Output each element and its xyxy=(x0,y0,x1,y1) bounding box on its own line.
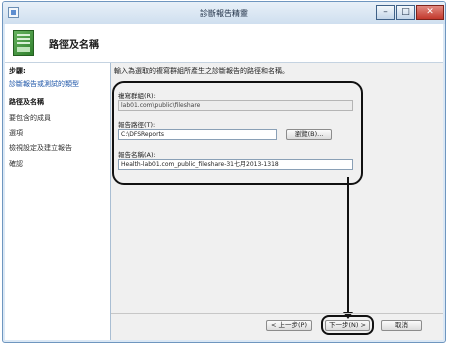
intro-text: 輸入為選取的複寫群組所產生之診斷報告的路徑和名稱。 xyxy=(114,67,289,75)
steps-sidebar: 步驟: 診斷報告或測試的類型 路徑及名稱 要包含的成員 選項 檢視設定及建立報告… xyxy=(5,63,110,340)
minimize-button[interactable]: – xyxy=(376,5,395,20)
browse-button[interactable]: 瀏覽(B)... xyxy=(286,129,332,140)
report-path-input[interactable]: C:\DFSReports xyxy=(118,129,277,140)
step-confirmation: 確認 xyxy=(9,160,23,168)
fields-group: 複寫群組(R): lab01.com\public\fileshare 報告路徑… xyxy=(112,81,363,185)
cancel-button[interactable]: 取消 xyxy=(381,320,422,331)
steps-label: 步驟: xyxy=(9,67,26,75)
step-members: 要包含的成員 xyxy=(9,114,51,122)
wizard-window: 診斷報告精靈 – □ ✕ 路徑及名稱 步驟: 診斷報告或測試的類型 路徑及名稱 … xyxy=(2,1,446,343)
wizard-icon xyxy=(13,30,34,56)
replication-group-label: 複寫群組(R): xyxy=(118,92,156,100)
step-report-type[interactable]: 診斷報告或測試的類型 xyxy=(9,79,79,89)
main-content: 輸入為選取的複寫群組所產生之診斷報告的路徑和名稱。 複寫群組(R): lab01… xyxy=(111,63,443,340)
report-name-input[interactable]: Health-lab01.com_public_fileshare-31七月20… xyxy=(118,159,353,170)
title-bar: 診斷報告精靈 – □ ✕ xyxy=(3,2,445,24)
page-title: 路徑及名稱 xyxy=(49,40,99,51)
step-options: 選項 xyxy=(9,129,23,137)
step-path-and-name[interactable]: 路徑及名稱 xyxy=(9,97,44,107)
replication-group-field: lab01.com\public\fileshare xyxy=(118,100,353,111)
footer-separator xyxy=(111,313,443,314)
wizard-header: 路徑及名稱 xyxy=(5,24,443,63)
annotation-arrow-line xyxy=(347,177,349,314)
maximize-button[interactable]: □ xyxy=(396,5,415,20)
report-path-label: 報告路徑(T): xyxy=(118,121,156,129)
close-button[interactable]: ✕ xyxy=(416,5,444,20)
next-button[interactable]: 下一步(N) > xyxy=(325,320,370,331)
step-review-settings: 檢視設定及建立報告 xyxy=(9,144,72,152)
report-name-label: 報告名稱(A): xyxy=(118,151,156,159)
back-button[interactable]: < 上一步(P) xyxy=(266,320,312,331)
